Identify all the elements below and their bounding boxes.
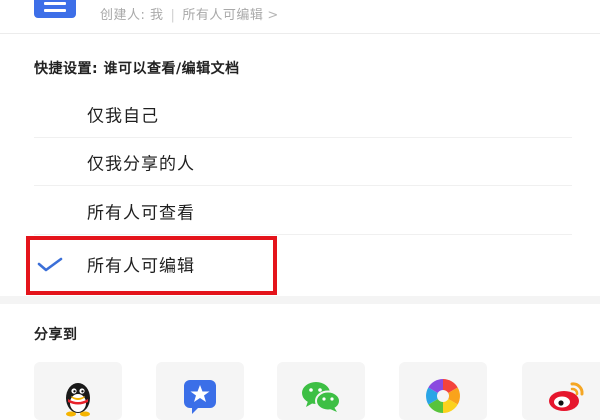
share-weibo-button[interactable] [522, 362, 600, 420]
share-settings-screen: 创建人: 我 | 所有人可编辑 > 快捷设置: 谁可以查看/编辑文档 仅我自己 仅我分… [0, 0, 600, 420]
option-label: 仅我自己 [87, 106, 159, 127]
share-photos-button[interactable] [399, 362, 487, 420]
creator-label: 创建人: 我 [100, 8, 164, 23]
share-tim-button[interactable] [156, 362, 244, 420]
share-wechat-button[interactable] [277, 362, 365, 420]
doc-info-header[interactable]: 创建人: 我 | 所有人可编辑 > [0, 0, 600, 34]
chevron-right-icon: > [267, 8, 279, 23]
share-qq-button[interactable] [34, 362, 122, 420]
doc-icon [34, 0, 76, 18]
divider [34, 185, 572, 186]
weibo-icon [549, 382, 584, 411]
wechat-icon [302, 382, 341, 412]
divider [34, 234, 572, 235]
permission-summary: 所有人可编辑 [182, 8, 264, 23]
photos-aperture-icon [426, 379, 460, 413]
tim-star-icon [184, 380, 216, 414]
section-divider [0, 296, 600, 304]
option-everyone-view[interactable]: 所有人可查看 [0, 187, 600, 235]
option-label: 所有人可查看 [87, 203, 195, 224]
quick-settings-title: 快捷设置: 谁可以查看/编辑文档 [34, 61, 240, 77]
option-label: 仅我分享的人 [87, 154, 195, 175]
option-only-me[interactable]: 仅我自己 [0, 90, 600, 138]
qq-icon [66, 383, 90, 417]
highlight-box [26, 236, 277, 295]
option-shared-people[interactable]: 仅我分享的人 [0, 138, 600, 186]
doc-meta: 创建人: 我 | 所有人可编辑 > [100, 8, 279, 23]
share-title: 分享到 [34, 327, 78, 343]
